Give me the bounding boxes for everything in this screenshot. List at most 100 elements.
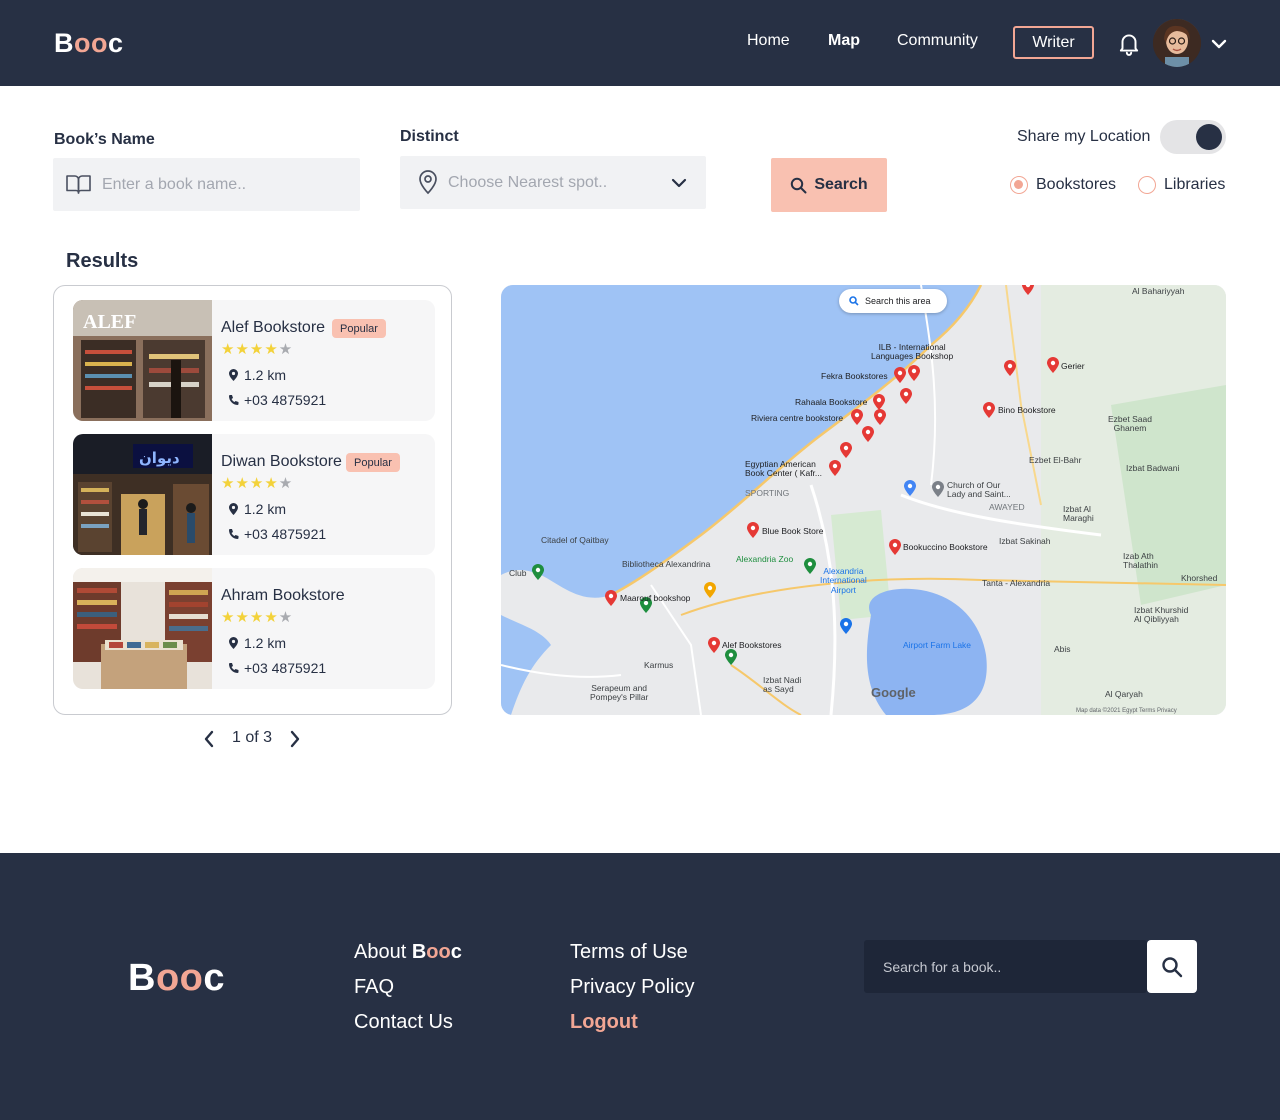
district-input[interactable] [448,172,648,194]
map-pin[interactable] [829,460,841,476]
district-select[interactable] [400,156,706,209]
bell-icon[interactable] [1116,30,1142,56]
map-label: Izbat Al Maraghi [1063,504,1094,524]
map-pin[interactable] [704,582,716,598]
share-location-toggle[interactable] [1160,120,1226,154]
map-pin[interactable] [894,367,906,383]
results-title: Results [66,250,139,272]
map-label: Airport Farm Lake [903,640,972,650]
bookstore-name[interactable]: Ahram Bookstore [221,587,345,605]
map-pin[interactable] [1047,357,1059,373]
writer-button[interactable]: Writer [1013,26,1094,59]
distance: 1.2 km [244,635,287,651]
result-card-diwan[interactable]: ديوان Diwan Bookstore Popular ★★★★★ 1.2 … [73,434,435,555]
map-pin[interactable] [862,426,874,442]
map-pin[interactable] [873,394,885,410]
search-button-label: Search [814,176,868,193]
map-pin[interactable] [904,480,916,496]
map-label: Alexandria International Airport [820,566,867,595]
bookstore-name[interactable]: Alef Bookstore [221,319,325,337]
logo[interactable]: Booc [54,28,124,59]
location-pin-icon [419,170,437,195]
map-pin[interactable] [983,402,995,418]
chevron-right-icon[interactable] [289,730,301,748]
radio-bookstores-label[interactable]: Bookstores [1036,176,1116,194]
map-label: Rahaala Bookstore [795,397,868,407]
map-pin[interactable] [747,522,759,538]
map-label: Khorshed [1181,573,1218,583]
svg-text:ديوان: ديوان [139,449,180,467]
footer-about-brand: Booc [412,941,462,963]
footer-link-terms[interactable]: Terms of Use [570,941,688,964]
footer-link-privacy[interactable]: Privacy Policy [570,976,694,999]
bookstore-photo: ديوان [73,434,212,555]
footer-link-faq[interactable]: FAQ [354,976,394,999]
map-pin[interactable] [840,618,852,634]
map-pin[interactable] [725,649,737,665]
map-pin[interactable] [908,365,920,381]
map-pin[interactable] [889,539,901,555]
footer-logo[interactable]: Booc [128,957,225,1000]
chevron-down-icon[interactable] [670,176,688,190]
phone-icon [228,395,239,405]
search-button[interactable]: Search [771,158,887,212]
map-canvas[interactable] [501,285,1226,715]
footer-search-input[interactable] [883,956,1133,978]
map[interactable]: Search this area ILB - International Lan… [501,285,1226,715]
radio-libraries[interactable] [1138,176,1156,194]
map-pin[interactable] [851,409,863,425]
map-label: Al Qaryah [1105,689,1143,699]
map-pin[interactable] [605,590,617,606]
map-label: ILB - International Languages Bookshop [871,342,954,362]
map-pin[interactable] [804,558,816,574]
district-label: Distinct [400,128,459,145]
nav-home[interactable]: Home [747,32,790,50]
nav-community[interactable]: Community [897,32,978,50]
map-label: Bibliotheca Alexandrina [622,559,711,569]
result-card-alef[interactable]: ALEF Alef Bookstore Popular ★★★★★ 1.2 km… [73,300,435,421]
top-navbar: Booc Home Map Community Writer [0,0,1280,86]
chevron-down-icon[interactable] [1210,37,1228,51]
search-this-area-button[interactable]: Search this area [839,289,947,313]
footer-search-field[interactable] [864,940,1147,993]
radio-libraries-label[interactable]: Libraries [1164,176,1225,194]
rating-stars: ★★★★★ [221,475,294,492]
logo-letter-b: B [411,941,427,963]
map-pin[interactable] [840,442,852,458]
rating-stars: ★★★★★ [221,341,294,358]
chevron-left-icon[interactable] [203,730,215,748]
distance: 1.2 km [244,367,287,383]
footer-link-logout[interactable]: Logout [570,1011,638,1034]
map-attribution[interactable]: Map data ©2021 Egypt Terms Privacy [1076,708,1177,714]
footer-link-about[interactable]: About Booc [354,941,462,964]
book-name-field[interactable] [53,158,360,211]
radio-bookstores[interactable] [1010,176,1028,194]
bookstore-name[interactable]: Diwan Bookstore [221,453,342,471]
map-label: Ezbet Saad Ghanem [1108,414,1152,434]
book-name-input[interactable] [102,174,342,196]
avatar[interactable] [1153,19,1201,67]
share-location-label: Share my Location [1017,128,1151,145]
map-pin[interactable] [532,564,544,580]
footer-search-button[interactable] [1147,940,1197,993]
map-pin[interactable] [1022,285,1034,295]
map-pin[interactable] [1004,360,1016,376]
search-icon [1162,956,1183,977]
phone-number: +03 4875921 [244,660,327,676]
footer-link-contact[interactable]: Contact Us [354,1011,453,1034]
map-pin[interactable] [932,481,944,497]
map-label: Bino Bookstore [998,405,1056,415]
map-label: Tanta - Alexandria [982,578,1051,588]
map-label: Izbat Sakinah [999,536,1051,546]
phone-icon [228,663,239,673]
map-pin[interactable] [874,409,886,425]
footer: Booc About Booc FAQ Contact Us Terms of … [0,853,1280,1120]
map-pin[interactable] [708,637,720,653]
map-label: Al Bahariyyah [1132,286,1185,296]
book-name-label: Book’s Name [54,131,155,148]
nav-map[interactable]: Map [828,32,860,50]
result-card-ahram[interactable]: Ahram Bookstore ★★★★★ 1.2 km +03 4875921 [73,568,435,689]
map-pin[interactable] [900,388,912,404]
logo-letter-c: c [203,957,226,999]
map-label: Izab Ath Thalathin [1123,551,1158,571]
